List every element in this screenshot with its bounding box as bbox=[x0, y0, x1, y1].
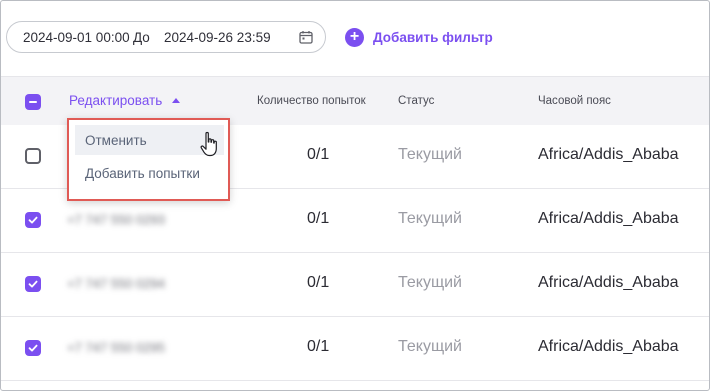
attempts-cell: 0/1 bbox=[307, 146, 330, 163]
date-to[interactable]: 2024-09-26 23:59 bbox=[164, 30, 276, 45]
phone-cell: +7 747 550 0293 bbox=[67, 212, 165, 227]
check-icon bbox=[28, 216, 38, 224]
status-cell: Текущий bbox=[398, 146, 462, 163]
table-row[interactable]: +7 747 550 0294 0/1 Текущий Africa/Addis… bbox=[1, 253, 709, 317]
window-frame: 2024-09-01 00:00 До 2024-09-26 23:59 + Д… bbox=[0, 0, 710, 391]
timezone-cell: Africa/Addis_Ababa bbox=[538, 274, 679, 291]
add-filter-label: Добавить фильтр bbox=[373, 29, 493, 45]
row-checkbox[interactable] bbox=[25, 148, 41, 164]
status-cell: Текущий bbox=[398, 274, 462, 291]
date-from[interactable]: 2024-09-01 00:00 bbox=[23, 30, 133, 45]
timezone-cell: Africa/Addis_Ababa bbox=[538, 210, 679, 227]
date-separator: До bbox=[133, 29, 150, 45]
timezone-cell: Africa/Addis_Ababa bbox=[538, 146, 679, 163]
plus-icon: + bbox=[345, 27, 364, 47]
phone-cell: +7 747 550 0294 bbox=[67, 276, 165, 291]
table-row[interactable]: +7 747 550 0295 0/1 Текущий Africa/Addis… bbox=[1, 317, 709, 381]
sort-up-icon bbox=[172, 98, 181, 103]
attempts-cell: 0/1 bbox=[307, 274, 330, 291]
hand-cursor-icon bbox=[200, 131, 217, 157]
timezone-header: Часовой пояс bbox=[538, 95, 611, 107]
date-range-picker[interactable]: 2024-09-01 00:00 До 2024-09-26 23:59 bbox=[6, 21, 326, 53]
add-filter-button[interactable]: + Добавить фильтр bbox=[345, 27, 493, 47]
row-checkbox[interactable] bbox=[25, 212, 41, 228]
calendar-icon[interactable] bbox=[299, 30, 313, 44]
check-icon bbox=[28, 280, 38, 288]
edit-column-header[interactable]: Редактировать bbox=[69, 93, 181, 108]
attempts-header: Количество попыток bbox=[257, 95, 366, 107]
row-checkbox[interactable] bbox=[25, 340, 41, 356]
phone-cell: +7 747 550 0295 bbox=[67, 340, 165, 355]
menu-item-add-attempts[interactable]: Добавить попытки bbox=[75, 158, 224, 188]
select-all-checkbox[interactable] bbox=[25, 94, 41, 110]
attempts-cell: 0/1 bbox=[307, 210, 330, 227]
row-checkbox[interactable] bbox=[25, 276, 41, 292]
timezone-cell: Africa/Addis_Ababa bbox=[538, 338, 679, 355]
edit-header-label: Редактировать bbox=[69, 93, 163, 108]
status-cell: Текущий bbox=[398, 338, 462, 355]
status-cell: Текущий bbox=[398, 210, 462, 227]
attempts-cell: 0/1 bbox=[307, 338, 330, 355]
check-icon bbox=[28, 344, 38, 352]
status-header: Статус bbox=[398, 95, 435, 107]
